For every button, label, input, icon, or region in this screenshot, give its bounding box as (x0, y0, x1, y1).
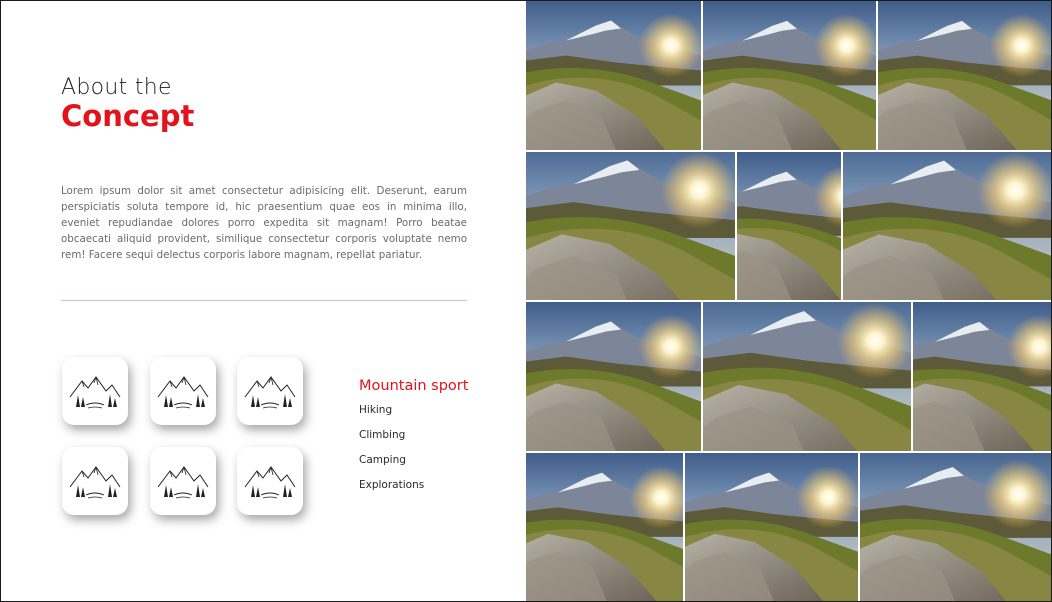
mountain-sketch-icon[interactable] (150, 447, 216, 515)
mountain-sketch-icon[interactable] (237, 357, 303, 425)
mountain-photo (703, 1, 876, 150)
list-item: Camping (359, 454, 406, 466)
heading-line-1: About the (61, 75, 172, 100)
mountain-photo (526, 453, 683, 601)
concept-slide: About the Concept Lorem ipsum dolor sit … (0, 0, 1052, 602)
mountain-photo (843, 152, 1051, 300)
left-panel: About the Concept Lorem ipsum dolor sit … (1, 1, 526, 601)
mountain-photo (913, 302, 1051, 451)
mountain-photo (526, 1, 701, 150)
list-item: Explorations (359, 479, 425, 491)
mountain-photo (685, 453, 858, 601)
mountain-photo (703, 302, 911, 451)
mountain-sketch-icon[interactable] (62, 357, 128, 425)
list-item: Climbing (359, 429, 406, 441)
divider (61, 300, 467, 301)
mountain-sketch-icon[interactable] (62, 447, 128, 515)
list-item: Hiking (359, 404, 393, 416)
photo-grid (526, 1, 1051, 601)
mountain-photo (878, 1, 1051, 150)
mountain-photo (860, 453, 1051, 601)
body-paragraph: Lorem ipsum dolor sit amet consectetur a… (61, 185, 467, 261)
mountain-photo (737, 152, 841, 300)
list-title: Mountain sport (359, 378, 469, 394)
mountain-photo (526, 302, 701, 451)
mountain-photo (526, 152, 735, 300)
mountain-sketch-icon[interactable] (237, 447, 303, 515)
mountain-sketch-icon[interactable] (150, 357, 216, 425)
heading-line-2: Concept (61, 99, 195, 133)
